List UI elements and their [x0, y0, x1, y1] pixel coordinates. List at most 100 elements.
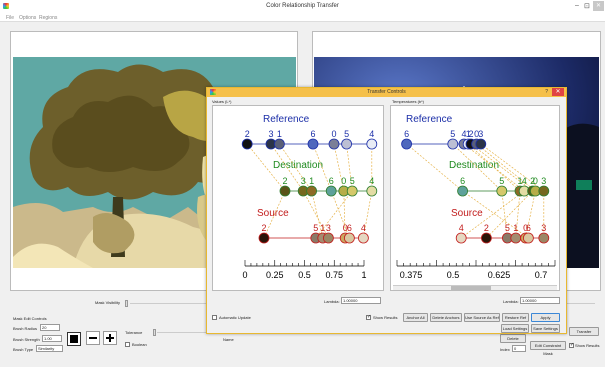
- destination-point-3[interactable]: [538, 185, 550, 197]
- index-input[interactable]: 0: [512, 345, 526, 352]
- reference-point-label: 6: [310, 129, 315, 139]
- source-point-4[interactable]: [455, 232, 467, 244]
- x-tick-label: 0.75: [325, 270, 343, 280]
- temperatures-panel[interactable]: Reference Destination Source 65412036514…: [390, 105, 560, 291]
- values-chart[interactable]: Reference Destination Source 2 3 1 6 0 5 42 3 1 6…: [213, 106, 383, 290]
- menu-file[interactable]: File: [6, 15, 14, 21]
- brush-strength-label: Brush Strength: [13, 337, 40, 342]
- restore-icon[interactable]: ⊡: [584, 2, 590, 10]
- lambda-input-left[interactable]: 1.00000: [341, 297, 381, 304]
- reference-point-0[interactable]: [328, 138, 340, 150]
- destination-label: Destination: [273, 160, 323, 171]
- index-label: Index: [500, 347, 510, 352]
- lambda-input-right[interactable]: 1.00000: [520, 297, 560, 304]
- restore-ref-button[interactable]: Restore Ref: [502, 313, 529, 322]
- brush-add-button[interactable]: [103, 331, 117, 345]
- boolean-checkbox[interactable]: [125, 342, 130, 347]
- reference-point-label: 5: [450, 129, 455, 139]
- source-point-1[interactable]: [510, 232, 522, 244]
- brush-strength-input[interactable]: 1.00: [42, 335, 62, 342]
- source-point-label: 4: [361, 223, 366, 233]
- transfer-button[interactable]: Transfer: [569, 327, 599, 336]
- reference-point-6[interactable]: [307, 138, 319, 150]
- source-point-3[interactable]: [538, 232, 550, 244]
- brush-subtract-button[interactable]: [86, 331, 100, 345]
- menu-options[interactable]: Options: [19, 15, 36, 21]
- reference-point-1[interactable]: [274, 138, 285, 150]
- destination-point-label: 3: [541, 176, 546, 186]
- x-tick-label: 0.375: [400, 270, 423, 280]
- reference-point-4[interactable]: [366, 138, 378, 150]
- reference-point-label: 4: [369, 129, 374, 139]
- reference-point-label: 3: [478, 129, 483, 139]
- horizontal-scrollbar[interactable]: [393, 285, 557, 290]
- destination-point-label: 5: [350, 176, 355, 186]
- transfer-controls-dialog: Transfer Controls ? ✕ Values (L*) Temper…: [206, 87, 567, 334]
- automatic-update-checkbox[interactable]: [212, 315, 217, 320]
- anchor-all-button[interactable]: Anchor All: [403, 313, 428, 322]
- reference-point-6[interactable]: [401, 138, 413, 150]
- lambda-label-left: Lambda:: [324, 299, 340, 304]
- reference-point-label: 2: [468, 129, 473, 139]
- destination-point-5[interactable]: [496, 185, 508, 197]
- mask-visibility-slider[interactable]: [125, 300, 128, 307]
- show-results-checkbox[interactable]: ✓: [569, 342, 574, 348]
- minimize-icon[interactable]: –: [575, 2, 579, 9]
- source-point-6[interactable]: [343, 232, 355, 244]
- values-panel[interactable]: Reference Destination Source 23160542316…: [212, 105, 384, 291]
- close-icon[interactable]: ✕: [593, 1, 604, 11]
- temperatures-chart[interactable]: Reference Destination Source 6 5 4 12 0 36 5 1 4…: [391, 106, 559, 290]
- source-point-label: 1: [320, 223, 325, 233]
- source-point-2[interactable]: [481, 232, 492, 244]
- tolerance-slider[interactable]: [153, 329, 156, 336]
- delete-anchors-button[interactable]: Delete Anchors: [430, 313, 462, 322]
- save-settings-button[interactable]: Save Settings: [531, 324, 560, 333]
- title-bar: Color Relationship Transfer – ⊡ ✕: [0, 0, 605, 13]
- edit-constraint-mask-button[interactable]: Edit Constraint Mask: [530, 341, 566, 356]
- brush-color-swatch[interactable]: [67, 332, 81, 346]
- x-tick-label: 1: [361, 270, 366, 280]
- lambda-label-right: Lambda:: [503, 299, 519, 304]
- x-tick-label: 0.25: [266, 270, 284, 280]
- destination-point-5[interactable]: [346, 185, 358, 197]
- destination-point-2[interactable]: [279, 185, 291, 197]
- destination-point-6[interactable]: [457, 185, 468, 197]
- reference-point-5[interactable]: [341, 138, 353, 150]
- reference-point-2[interactable]: [241, 138, 253, 150]
- reference-point-label: 3: [268, 129, 273, 139]
- source-point-label: 3: [541, 223, 546, 233]
- window-title: Color Relationship Transfer: [266, 3, 339, 9]
- load-settings-button[interactable]: Load Settings: [501, 324, 529, 333]
- destination-point-4[interactable]: [366, 185, 378, 197]
- reference-point-label: 6: [404, 129, 409, 139]
- dialog-show-results-checkbox[interactable]: ✓: [366, 314, 371, 320]
- x-tick-label: 0: [242, 270, 247, 280]
- destination-point-1[interactable]: [306, 185, 317, 197]
- mask-visibility-label: Mask Visibility: [95, 300, 121, 305]
- help-icon[interactable]: ?: [545, 89, 548, 95]
- source-point-4[interactable]: [357, 232, 369, 244]
- destination-point-6[interactable]: [325, 185, 337, 197]
- source-point-2[interactable]: [258, 232, 270, 244]
- destination-point-label: 1: [309, 176, 314, 186]
- apply-button[interactable]: Apply: [531, 313, 560, 322]
- values-panel-title: Values (L*): [212, 99, 232, 104]
- delete-button[interactable]: Delete: [500, 334, 526, 343]
- brush-radius-input[interactable]: 20: [40, 324, 60, 331]
- plus-icon: [109, 334, 111, 342]
- reference-point-3[interactable]: [475, 138, 487, 150]
- reference-point-label: 1: [277, 129, 282, 139]
- brush-type-label: Brush Type: [13, 347, 34, 352]
- menu-bar: [0, 13, 605, 22]
- destination-point-label: 0: [533, 176, 538, 186]
- reference-point-5[interactable]: [447, 138, 459, 150]
- source-point-label: 6: [526, 223, 531, 233]
- source-point-label: 2: [261, 223, 266, 233]
- source-point-6[interactable]: [522, 232, 534, 244]
- dialog-close-icon[interactable]: ✕: [552, 88, 564, 96]
- source-point-3[interactable]: [323, 232, 334, 244]
- brush-type-select[interactable]: Similarity: [36, 345, 63, 352]
- menu-regions[interactable]: Regions: [39, 15, 57, 21]
- use-source-as-ref-button[interactable]: Use Source As Ref: [464, 313, 500, 322]
- tolerance-label: Tolerance: [125, 330, 143, 335]
